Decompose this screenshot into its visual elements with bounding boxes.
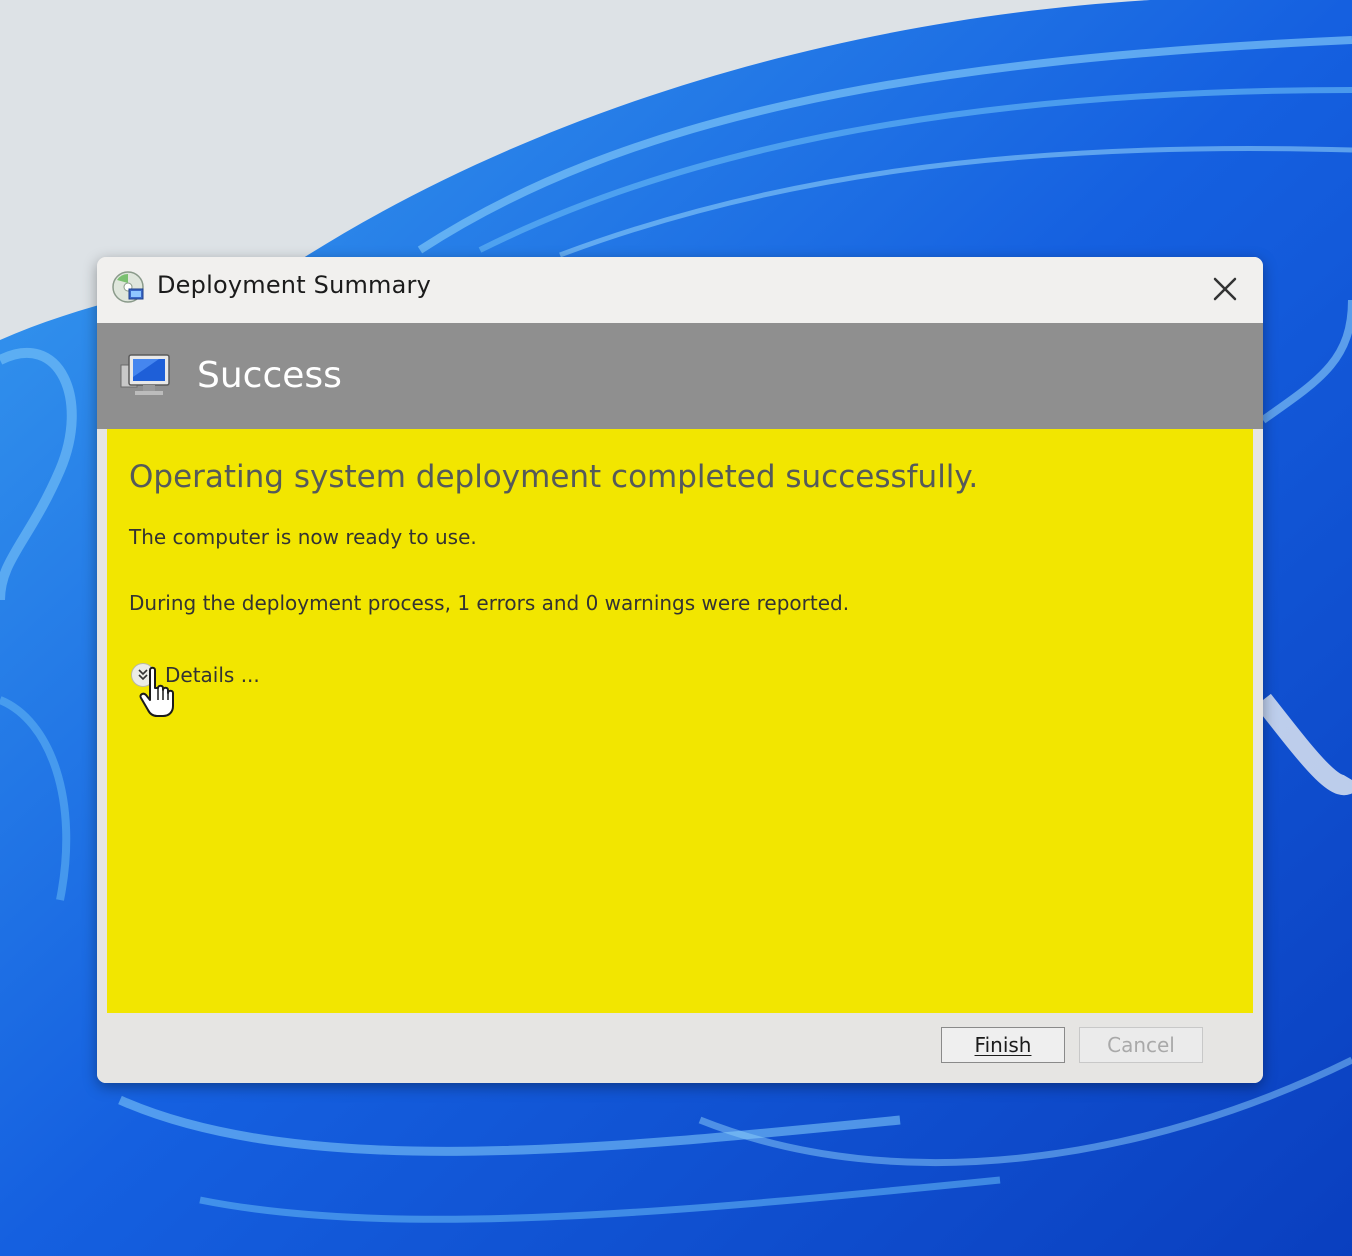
- result-headline: Operating system deployment completed su…: [129, 459, 979, 495]
- summary-content: Operating system deployment completed su…: [107, 429, 1253, 1013]
- finish-button-label: Finish: [974, 1033, 1032, 1057]
- details-label[interactable]: Details ...: [165, 663, 260, 687]
- cancel-button-label: Cancel: [1107, 1033, 1175, 1057]
- close-icon[interactable]: [1205, 269, 1245, 309]
- ready-message: The computer is now ready to use.: [129, 525, 477, 549]
- computer-monitor-icon: [120, 354, 170, 395]
- deployment-summary-dialog: Deployment Summary Success Operating sys…: [97, 257, 1263, 1083]
- status-title: Success: [197, 355, 342, 396]
- hand-pointer-cursor-icon: [139, 666, 174, 717]
- deployment-disc-icon: [112, 271, 144, 303]
- error-report-message: During the deployment process, 1 errors …: [129, 591, 850, 615]
- status-banner: Success: [97, 323, 1263, 429]
- finish-button[interactable]: Finish: [941, 1027, 1065, 1063]
- window-title: Deployment Summary: [157, 271, 432, 299]
- dialog-footer: Finish Cancel: [97, 1013, 1263, 1083]
- cancel-button: Cancel: [1079, 1027, 1203, 1063]
- title-bar[interactable]: Deployment Summary: [97, 257, 1263, 323]
